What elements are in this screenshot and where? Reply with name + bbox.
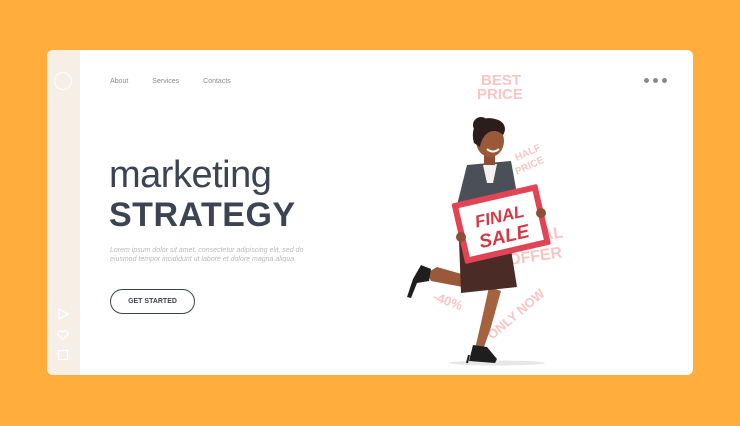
shadow <box>449 360 545 366</box>
play-icon[interactable] <box>57 308 69 320</box>
more-dots-icon[interactable] <box>644 78 667 83</box>
nav-contacts[interactable]: Contacts <box>203 78 231 85</box>
hero-title-line1: marketing <box>109 154 272 196</box>
bg-word: -40% <box>431 289 465 314</box>
top-nav: About Services Contacts <box>110 78 231 85</box>
dot <box>662 78 667 83</box>
front-leg <box>475 287 501 350</box>
menu-circle-icon[interactable] <box>54 72 72 90</box>
right-hand <box>536 208 546 218</box>
back-shoe <box>407 265 431 298</box>
back-leg <box>427 267 465 287</box>
sidebar <box>47 50 80 375</box>
nav-about[interactable]: About <box>110 78 128 85</box>
sale-woman-illustration: BEST PRICE HALF PRICE SPECIAL OFFER -40%… <box>407 72 564 366</box>
hero-title-line2: STRATEGY <box>109 196 296 234</box>
hair-bun <box>473 117 489 133</box>
dot <box>644 78 649 83</box>
bg-word: PRICE <box>477 86 523 103</box>
landing-card: About Services Contacts marketing STRATE… <box>47 50 693 375</box>
dot <box>653 78 658 83</box>
nav-services[interactable]: Services <box>152 78 179 85</box>
hero-body-text: Lorem ipsum dolor sit amet, consectetur … <box>110 247 304 263</box>
get-started-button[interactable]: GET STARTED <box>110 289 195 314</box>
heart-icon[interactable] <box>57 329 69 341</box>
square-icon[interactable] <box>57 349 69 361</box>
left-hand <box>456 232 466 242</box>
front-shoe <box>469 345 497 363</box>
